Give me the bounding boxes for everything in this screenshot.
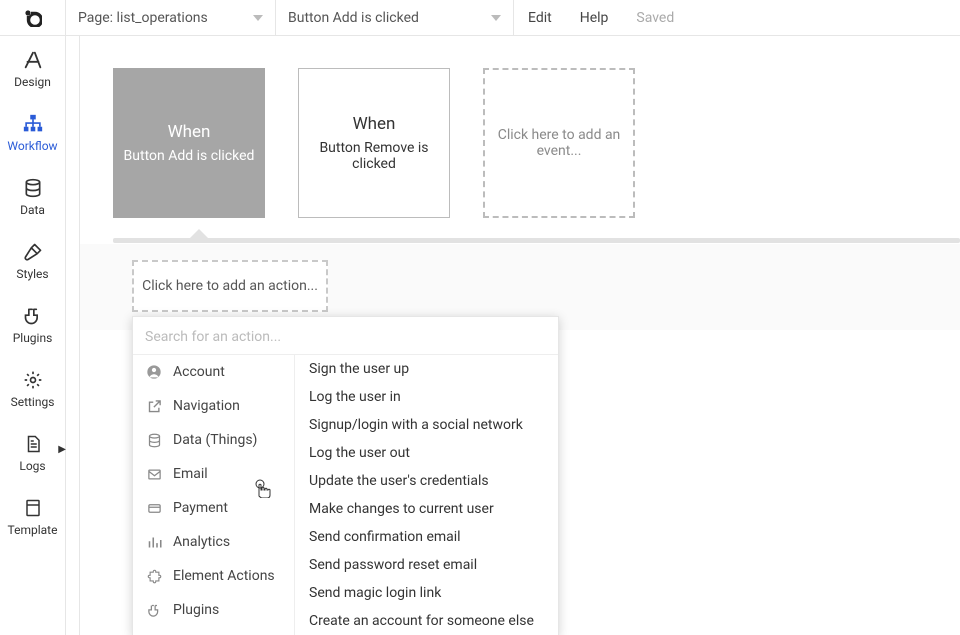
sidebar-item-template[interactable]: Template [0,484,65,548]
external-link-icon [145,397,163,415]
category-label: Payment [173,500,228,516]
category-label: Analytics [173,534,230,550]
add-action-label: Click here to add an action... [142,278,318,294]
sidebar-item-label: Settings [11,395,55,409]
action-item[interactable]: Send password reset email [295,551,558,579]
action-category-data[interactable]: Data (Things) [133,423,294,457]
sidebar-item-design[interactable]: Design [0,36,65,100]
workflow-icon [21,112,45,136]
sidebar-item-data[interactable]: Data [0,164,65,228]
event-when-label: When [168,122,211,142]
action-item[interactable]: Signup/login with a social network [295,411,558,439]
action-picker-popup: Account Navigation Data (Things) [132,316,559,635]
event-description: Button Remove is clicked [307,140,441,172]
sidebar-item-label: Styles [16,267,48,281]
action-item[interactable]: Log the user in [295,383,558,411]
sidebar-expand-icon[interactable]: ▶ [58,444,66,455]
sidebar-item-label: Plugins [13,331,53,345]
category-label: Data (Things) [173,432,257,448]
database-icon [145,431,163,449]
mail-icon [145,465,163,483]
sidebar-item-label: Data [20,203,45,217]
category-label: Navigation [173,398,240,414]
workflow-canvas: When Button Add is clicked When Button R… [66,36,960,635]
event-card[interactable]: When Button Add is clicked [113,68,265,218]
action-category-plugins[interactable]: Plugins [133,593,294,627]
data-icon [21,176,45,200]
action-list: Sign the user up Log the user in Signup/… [295,355,558,635]
add-event-card[interactable]: Click here to add an event... [483,68,635,218]
design-icon [21,48,45,72]
action-category-element-actions[interactable]: Element Actions [133,559,294,593]
user-circle-icon [145,363,163,381]
sidebar-item-label: Logs [19,459,45,473]
event-selector[interactable]: Button Add is clicked [276,0,514,36]
logs-icon [21,432,45,456]
action-category-email[interactable]: Email [133,457,294,491]
add-action-card[interactable]: Click here to add an action... [132,260,328,312]
sidebar-item-plugins[interactable]: Plugins [0,292,65,356]
category-label: Element Actions [173,568,275,584]
sidebar-item-label: Workflow [7,139,57,153]
plug-icon [145,601,163,619]
action-category-list: Account Navigation Data (Things) [133,355,295,635]
sidebar-item-label: Design [14,75,51,89]
action-category-account[interactable]: Account [133,355,294,389]
action-item[interactable]: Update the user's credentials [295,467,558,495]
event-card[interactable]: When Button Remove is clicked [298,68,450,218]
action-item[interactable]: Send confirmation email [295,523,558,551]
chevron-down-icon [253,15,263,21]
sidebar-item-settings[interactable]: Settings [0,356,65,420]
template-icon [21,496,45,520]
sidebar-item-logs[interactable]: Logs [0,420,65,484]
card-icon [145,499,163,517]
help-link[interactable]: Help [566,0,623,36]
action-item[interactable]: Send magic login link [295,579,558,607]
sidebar: Design Workflow Data Styles Plugins [0,36,66,635]
action-item[interactable]: Create an account for someone else [295,607,558,635]
settings-icon [21,368,45,392]
action-item[interactable]: Make changes to current user [295,495,558,523]
styles-icon [21,240,45,264]
puzzle-icon [145,567,163,585]
category-label: Plugins [173,602,219,618]
chevron-down-icon [491,15,501,21]
page-selector[interactable]: Page: list_operations [66,0,276,36]
action-category-analytics[interactable]: Analytics [133,525,294,559]
action-search-input[interactable] [145,329,546,345]
category-label: Email [173,466,208,482]
event-connector [113,238,960,243]
sidebar-item-label: Template [8,523,58,537]
page-name: list_operations [117,10,208,26]
event-description: Button Add is clicked [124,148,255,164]
edit-link[interactable]: Edit [514,0,566,36]
category-label: Account [173,364,225,380]
app-logo[interactable] [0,0,66,36]
action-item[interactable]: Log the user out [295,439,558,467]
sidebar-item-workflow[interactable]: Workflow [0,100,65,164]
action-category-payment[interactable]: Payment [133,491,294,525]
add-event-label: Click here to add an event... [495,127,623,159]
sidebar-item-styles[interactable]: Styles [0,228,65,292]
event-when-label: When [353,114,396,134]
event-name: Button Add is clicked [288,10,419,26]
chart-icon [145,533,163,551]
action-category-navigation[interactable]: Navigation [133,389,294,423]
plugins-icon [21,304,45,328]
action-item[interactable]: Sign the user up [295,355,558,383]
page-label-prefix: Page: [78,10,113,26]
saved-status: Saved [622,10,688,26]
